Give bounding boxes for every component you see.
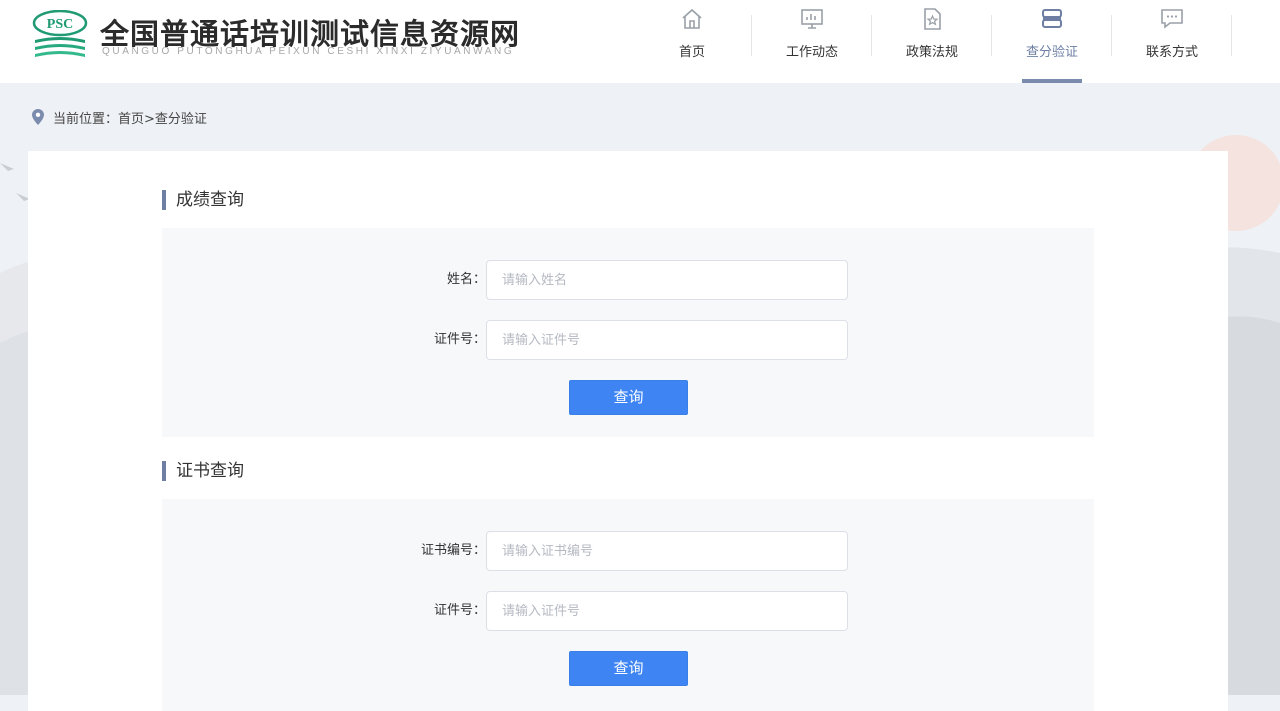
id-number-input[interactable] xyxy=(486,591,848,631)
chat-icon xyxy=(1161,9,1183,29)
score-query-button[interactable]: 查询 xyxy=(569,380,688,415)
nav-item-news[interactable]: 工作动态 xyxy=(752,0,872,83)
location-pin-icon xyxy=(32,109,44,125)
nav-item-contact[interactable]: 联系方式 xyxy=(1112,0,1232,83)
active-indicator xyxy=(1022,79,1082,83)
breadcrumb-text: 当前位置：首页>查分验证 xyxy=(53,111,207,127)
nav-divider xyxy=(1231,15,1232,56)
cert-number-label: 证书编号： xyxy=(420,543,486,558)
nav-item-home[interactable]: 首页 xyxy=(632,0,752,83)
id-number-label: 证件号： xyxy=(433,603,486,618)
score-query-form: 姓名： 证件号： 查询 xyxy=(162,228,1094,437)
site-subtitle: QUANGUO PUTONGHUA PEIXUN CESHI XINXI ZIY… xyxy=(102,46,515,57)
cert-query-title: 证书查询 xyxy=(162,461,244,481)
score-query-title: 成绩查询 xyxy=(162,190,244,210)
document-star-icon xyxy=(924,8,941,30)
logo-text: PSC xyxy=(47,17,73,32)
nav-item-policy[interactable]: 政策法规 xyxy=(872,0,992,83)
cert-number-input[interactable] xyxy=(486,531,848,571)
name-label: 姓名： xyxy=(446,272,486,287)
nav-item-score-verify[interactable]: 查分验证 xyxy=(992,0,1112,83)
nav-label: 联系方式 xyxy=(1145,45,1198,60)
books-icon xyxy=(1042,9,1062,28)
query-card: 成绩查询 姓名： 证件号： 查询 证书查询 证书编号： 证件号： 查询 xyxy=(28,151,1228,711)
nav-label: 查分验证 xyxy=(1025,45,1078,60)
psc-logo[interactable]: PSC xyxy=(32,10,88,62)
nav-label: 首页 xyxy=(678,45,705,60)
id-number-input[interactable] xyxy=(486,320,848,360)
cert-query-form: 证书编号： 证件号： 查询 xyxy=(162,499,1094,711)
id-number-label: 证件号： xyxy=(433,332,486,347)
nav-label: 工作动态 xyxy=(785,45,838,60)
name-input[interactable] xyxy=(486,260,848,300)
breadcrumb: 当前位置：首页>查分验证 xyxy=(32,108,207,127)
site-header: PSC 全国普通话培训测试信息资源网 QUANGUO PUTONGHUA PEI… xyxy=(0,0,1280,83)
presentation-icon xyxy=(801,9,823,29)
home-icon xyxy=(682,8,702,29)
nav-label: 政策法规 xyxy=(905,45,958,60)
cert-query-button[interactable]: 查询 xyxy=(569,651,688,686)
